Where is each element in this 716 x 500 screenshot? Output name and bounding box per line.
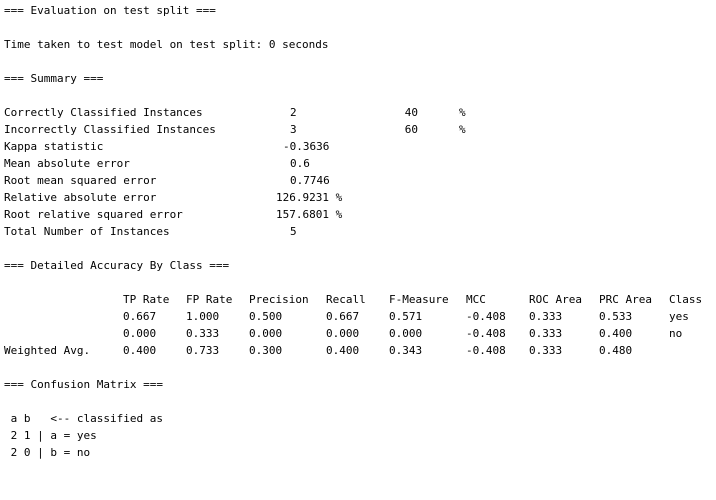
table-cell: -0.408 (466, 344, 506, 357)
table-cell: 0.400 (326, 344, 360, 357)
table-cell: 0.000 (123, 327, 157, 340)
summary-unit: % (459, 123, 466, 136)
summary-header: === Summary === (4, 72, 104, 85)
table-cell: 0.000 (326, 327, 360, 340)
table-cell: 0.333 (529, 344, 563, 357)
summary-percent: 40 (404, 106, 418, 119)
summary-row: Mean absolute error 0.6 (4, 157, 504, 170)
table-cell: -0.408 (466, 327, 506, 340)
summary-label: Mean absolute error (4, 157, 130, 170)
summary-label: Incorrectly Classified Instances (4, 123, 216, 136)
table-cell: no (669, 327, 683, 340)
column-header: MCC (466, 293, 486, 306)
summary-value: 126.9231 % (276, 191, 343, 204)
summary-row: Root mean squared error 0.7746 (4, 174, 504, 187)
table-cell: 0.000 (249, 327, 283, 340)
confusion-matrix-line: a b <-- classified as (4, 412, 163, 425)
table-cell: 1.000 (186, 310, 220, 323)
summary-row: Total Number of Instances 5 (4, 225, 504, 238)
summary-label: Correctly Classified Instances (4, 106, 203, 119)
summary-label: Relative absolute error (4, 191, 157, 204)
confusion-matrix-line: 2 0 | b = no (4, 446, 91, 459)
summary-label: Total Number of Instances (4, 225, 170, 238)
column-header: FP Rate (186, 293, 233, 306)
table-cell: 0.343 (389, 344, 423, 357)
summary-value: 0.6 (290, 157, 310, 170)
summary-label: Root relative squared error (4, 208, 183, 221)
table-cell: 0.667 (326, 310, 360, 323)
summary-value: 157.6801 % (276, 208, 343, 221)
time-taken-line: Time taken to test model on test split: … (4, 38, 329, 51)
table-cell: 0.400 (123, 344, 157, 357)
summary-value: 0.7746 (290, 174, 330, 187)
table-cell: 0.480 (599, 344, 633, 357)
accuracy-table-row: 0.000 0.333 0.000 0.000 0.000 -0.408 0.3… (4, 327, 716, 340)
summary-unit: % (459, 106, 466, 119)
summary-value: 3 (290, 123, 297, 136)
table-cell: 0.300 (249, 344, 283, 357)
summary-label: Root mean squared error (4, 174, 157, 187)
summary-row: Kappa statistic -0.3636 (4, 140, 504, 153)
column-header: Recall (326, 293, 366, 306)
summary-value: -0.3636 (283, 140, 330, 153)
table-cell: 0.400 (599, 327, 633, 340)
summary-row: Root relative squared error 157.6801 % (4, 208, 504, 221)
column-header: F-Measure (389, 293, 449, 306)
table-cell: yes (669, 310, 689, 323)
table-cell: 0.667 (123, 310, 157, 323)
confusion-matrix-line: 2 1 | a = yes (4, 429, 97, 442)
evaluation-header: === Evaluation on test split === (4, 4, 216, 17)
table-cell: -0.408 (466, 310, 506, 323)
table-cell: 0.500 (249, 310, 283, 323)
accuracy-table-row: 0.667 1.000 0.500 0.667 0.571 -0.408 0.3… (4, 310, 716, 323)
table-cell: 0.333 (529, 310, 563, 323)
column-header: PRC Area (599, 293, 652, 306)
summary-row: Incorrectly Classified Instances 3 60 % (4, 123, 504, 136)
column-header: Precision (249, 293, 309, 306)
row-label: Weighted Avg. (4, 344, 91, 357)
column-header: ROC Area (529, 293, 582, 306)
confusion-matrix-header: === Confusion Matrix === (4, 378, 163, 391)
accuracy-header: === Detailed Accuracy By Class === (4, 259, 230, 272)
summary-row: Relative absolute error 126.9231 % (4, 191, 504, 204)
accuracy-table-row: Weighted Avg. 0.400 0.733 0.300 0.400 0.… (4, 344, 716, 357)
table-cell: 0.571 (389, 310, 423, 323)
summary-percent: 60 (404, 123, 418, 136)
column-header: Class (669, 293, 703, 306)
accuracy-table-header: TP Rate FP Rate Precision Recall F-Measu… (4, 293, 716, 306)
summary-value: 2 (290, 106, 297, 119)
table-cell: 0.533 (599, 310, 633, 323)
table-cell: 0.333 (529, 327, 563, 340)
summary-label: Kappa statistic (4, 140, 104, 153)
table-cell: 0.333 (186, 327, 220, 340)
column-header: TP Rate (123, 293, 170, 306)
evaluation-output-text-area: === Evaluation on test split === Time ta… (4, 0, 716, 463)
summary-row: Correctly Classified Instances 2 40 % (4, 106, 504, 119)
table-cell: 0.000 (389, 327, 423, 340)
summary-value: 5 (290, 225, 297, 238)
table-cell: 0.733 (186, 344, 220, 357)
